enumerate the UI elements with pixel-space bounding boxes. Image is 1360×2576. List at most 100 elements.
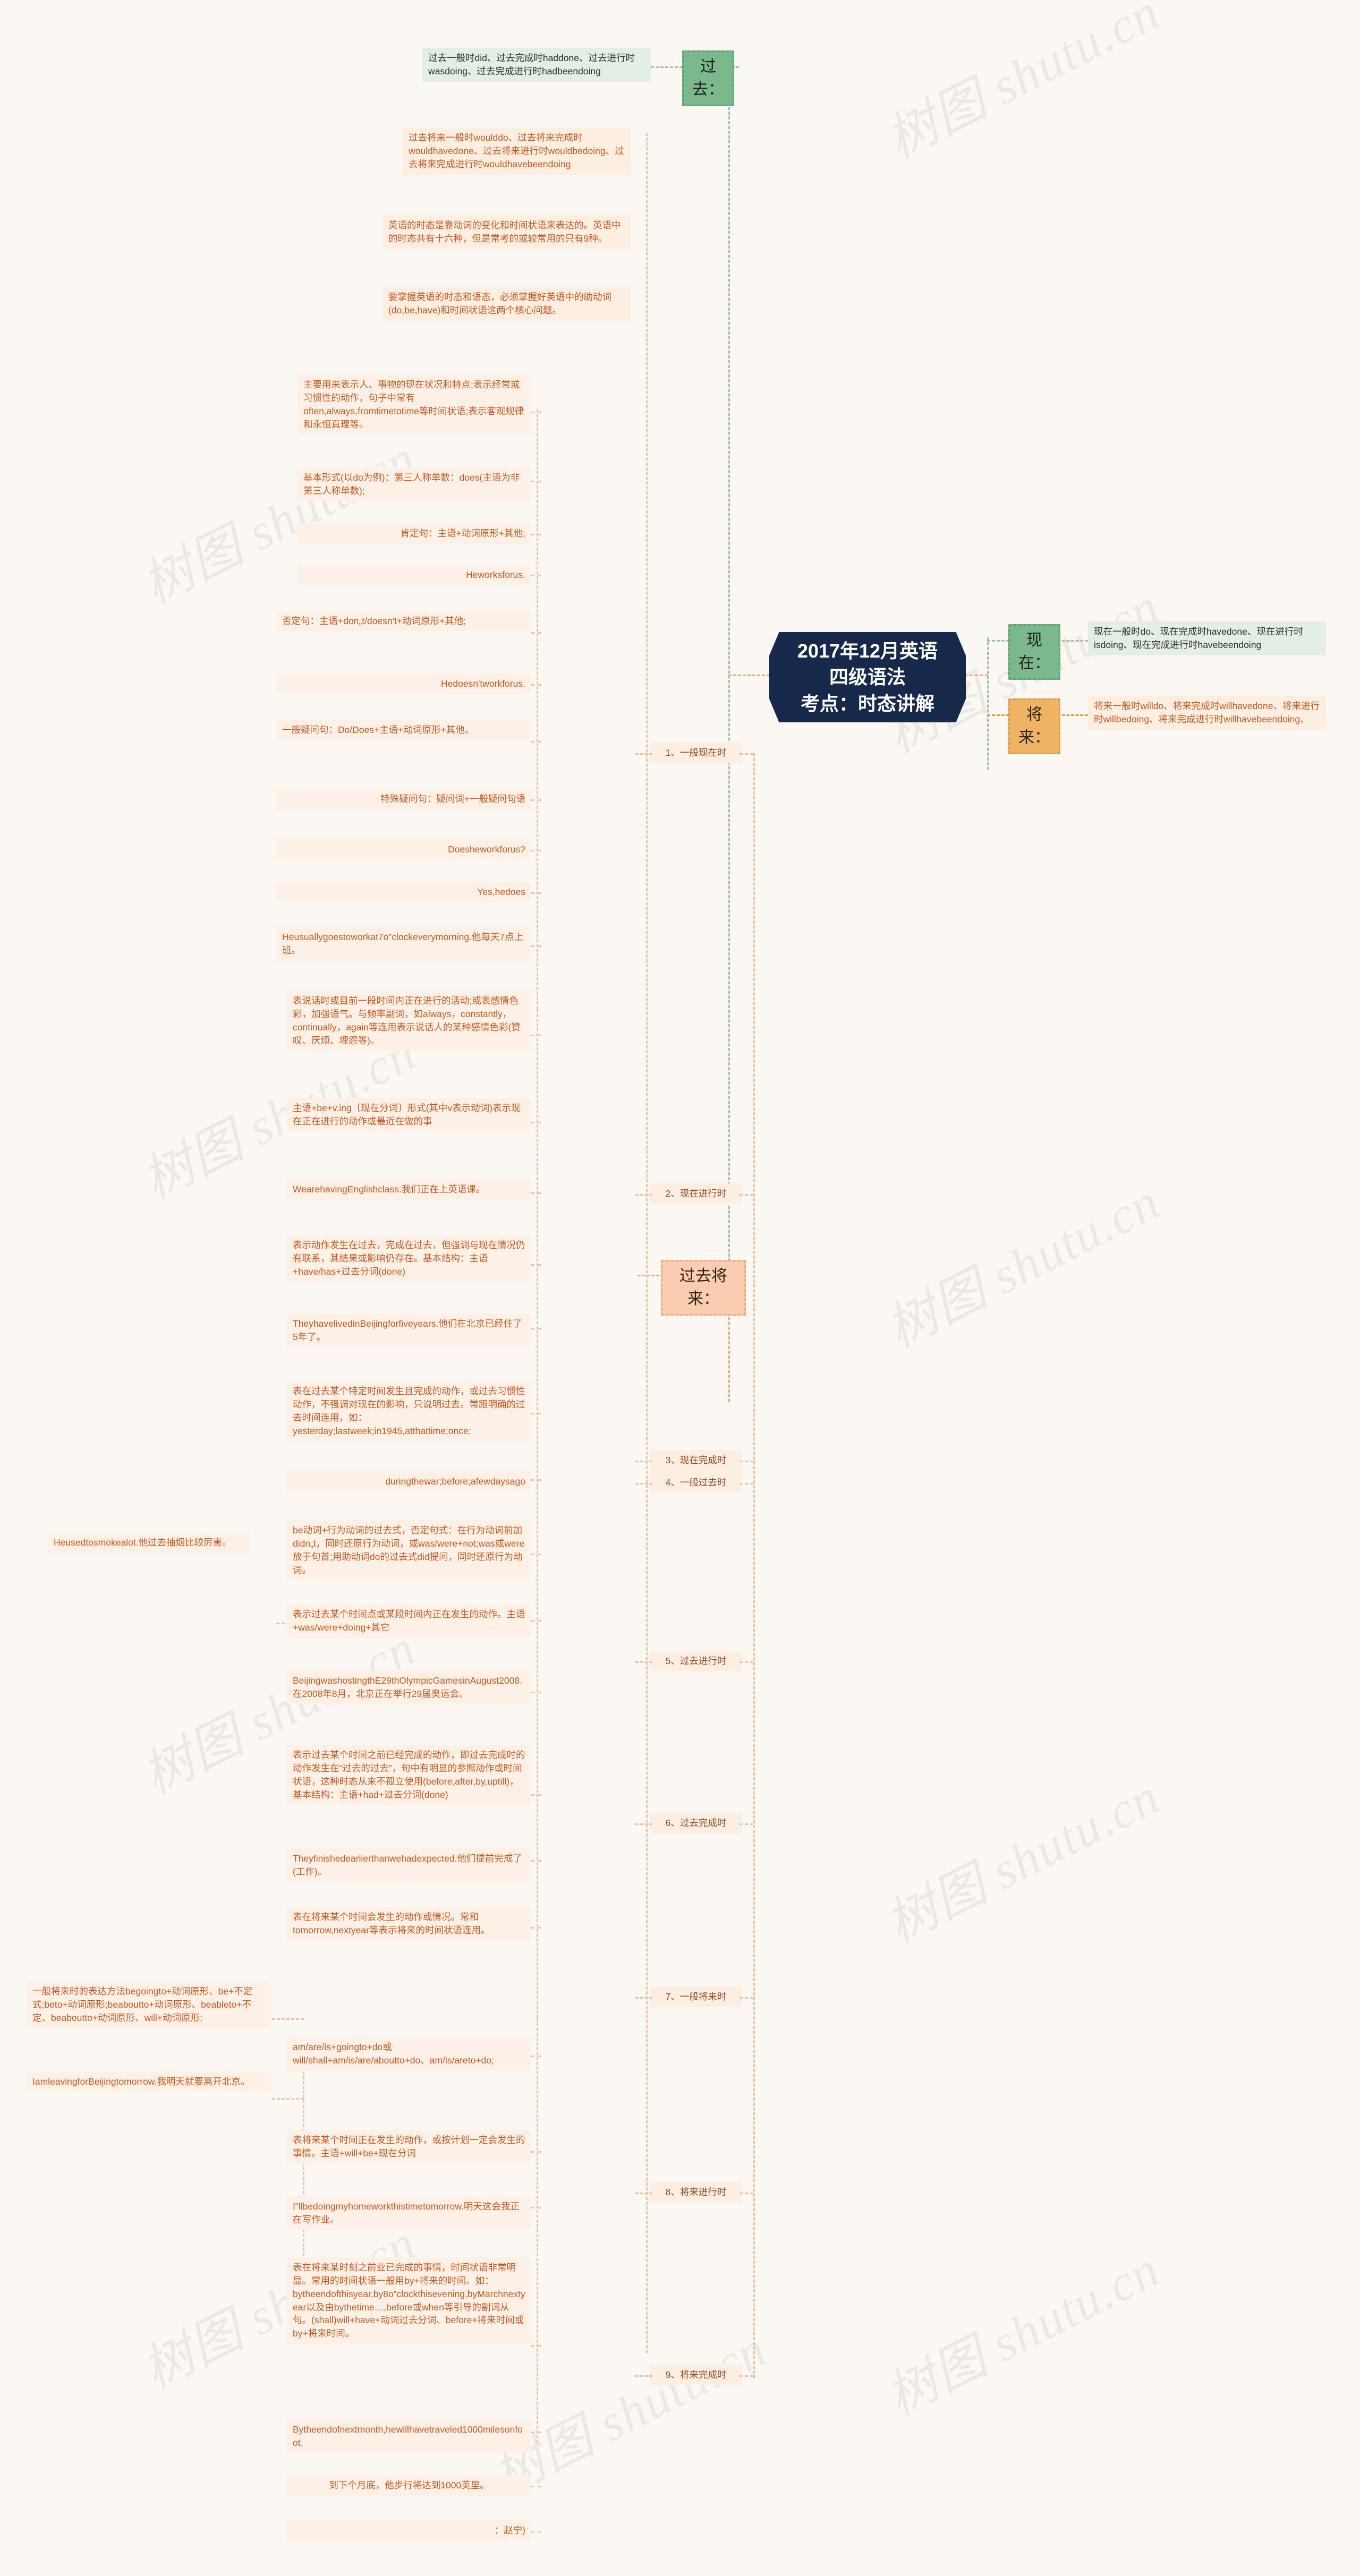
- detail-p7-example-text: IamleavingforBeijingtomorrow.我明天就要离开北京。: [32, 2076, 250, 2087]
- detail-future-simple-example[interactable]: IamleavingforBeijingtomorrow.我明天就要离开北京。: [27, 2071, 271, 2092]
- branch-label-past[interactable]: 过去：: [682, 50, 734, 107]
- connector-leaf: [531, 1692, 541, 1693]
- detail-present-simple-negative[interactable]: 否定句：主语+don„t/doesn't+动词原形+其他;: [276, 611, 531, 632]
- detail-past-simple-example[interactable]: Heusedtosmokealot.他过去抽烟比较厉害。: [48, 1532, 250, 1553]
- detail-p8-example-text: I‟llbedoingmyhomeworkthistimetomorrow.明天…: [293, 2201, 520, 2225]
- detail-past-simple-form[interactable]: be动词+行为动词的过去式，否定句式：在行为动词前加didn„t，同时还原行为动…: [287, 1520, 531, 1581]
- detail-future-perfect-example[interactable]: Bytheendofnextmonth,hewillhavetraveled10…: [287, 2419, 531, 2453]
- intro-note-1[interactable]: 英语的时态是靠动词的变化和时间状语来表达的。英语中的时态共有十六种，但是常考的或…: [382, 215, 631, 249]
- intro-note-2[interactable]: 要掌握英语的时态和语态，必须掌握好英语中的助动词(do,be,have)和时间状…: [382, 287, 631, 321]
- detail-present-simple-example[interactable]: Heusuallygoestoworkat7o‟clockeverymornin…: [276, 927, 531, 961]
- detail-p5-usage-text: 表示过去某个时间点或某段时间内正在发生的动作。主语+was/were+doing…: [293, 1609, 525, 1633]
- category-4-text: 4、一般过去时: [665, 1477, 727, 1488]
- detail-past-perfect-usage[interactable]: 表示过去某个时间之前已经完成的动作，即过去完成时的动作发生在“过去的过去”，句中…: [287, 1745, 531, 1805]
- detail-author[interactable]: ：赵宁): [287, 2520, 531, 2541]
- detail-present-simple-special-question[interactable]: 特殊疑问句：疑问词+一般疑问句语: [276, 789, 531, 809]
- tense-card-present[interactable]: 现在一般时do、现在完成时havedone、现在进行时isdoing、现在完成进…: [1088, 621, 1326, 655]
- connector-leaf: [531, 799, 541, 801]
- branch-label-past-future[interactable]: 过去将来：: [661, 1260, 746, 1316]
- detail-future-simple-form[interactable]: am/are/is+goingto+do或will/shall+am/is/ar…: [287, 2037, 531, 2071]
- detail-p1-negate-ex-text: Hedoesn'tworkforus.: [441, 678, 525, 689]
- category-9-text: 9、将来完成时: [665, 2369, 727, 2380]
- detail-present-continuous-example[interactable]: WearehavingEnglishclass.我们正在上英语课。: [287, 1179, 531, 1200]
- tense-card-past-text: 过去一般时did、过去完成时haddone、过去进行时wasdoing、过去完成…: [428, 53, 635, 76]
- connector-future-card: [1057, 714, 1088, 716]
- connector-detail-spine-3: [537, 1487, 538, 2018]
- detail-present-simple-answer[interactable]: Yes,hedoes: [276, 882, 531, 902]
- category-label-2[interactable]: 2、现在进行时: [650, 1183, 742, 1204]
- category-5[interactable]: 5、过去进行时: [650, 1651, 742, 1671]
- connector-leaf: [531, 481, 541, 482]
- connector-leaf: [531, 1192, 541, 1194]
- tense-card-past[interactable]: 过去一般时did、过去完成时haddone、过去进行时wasdoing、过去完成…: [422, 48, 651, 82]
- connector-center-left: [728, 675, 770, 676]
- tense-card-past-future-text: 过去将来一般时woulddo、过去将来完成时wouldhavedone、过去将来…: [409, 132, 624, 169]
- connector-leaf: [531, 1122, 541, 1123]
- watermark: 树图 shutu.cn: [877, 2240, 1169, 2426]
- intro-note-2-text: 要掌握英语的时态和语态，必须掌握好英语中的助动词(do,be,have)和时间状…: [388, 292, 611, 315]
- branch-pastfuture-text: 过去将来：: [679, 1267, 727, 1308]
- detail-p1-special-ex-text: Doesheworkforus?: [448, 844, 525, 855]
- detail-future-simple-methods[interactable]: 一般将来时的表达方法begoingto+动词原形、be+不定式;beto+动词原…: [27, 1981, 271, 2028]
- detail-present-simple-affirmative[interactable]: 肯定句：主语+动词原形+其他;: [298, 523, 531, 544]
- detail-past-simple-adverbs[interactable]: duringthewar;before;afewdaysago: [287, 1471, 531, 1492]
- detail-p4-form-text: be动词+行为动词的过去式，否定句式：在行为动词前加didn„t，同时还原行为动…: [293, 1525, 525, 1575]
- detail-past-perfect-example[interactable]: Theyfinishedearlierthanwehadexpected.他们提…: [287, 1848, 531, 1882]
- category-9[interactable]: 9、将来完成时: [650, 2365, 742, 2385]
- connector-leaf: [531, 945, 541, 947]
- category-label-3[interactable]: 3、现在完成时: [650, 1450, 742, 1471]
- connector-leaf: [531, 1554, 541, 1555]
- category-4[interactable]: 4、一般过去时: [650, 1472, 742, 1493]
- connector-leaf: [531, 892, 541, 894]
- central-title-line1: 2017年12月英语四级语法: [797, 639, 938, 688]
- detail-present-simple-usage[interactable]: 主要用来表示人、事物的现在状况和特点;表示经常或习惯性的动作，句子中常有ofte…: [298, 374, 531, 435]
- detail-p1-example-text: Heusuallygoestoworkat7o‟clockeverymornin…: [282, 932, 524, 956]
- detail-present-continuous-usage[interactable]: 表说话时或目前一段时间内正在进行的活动;或表感情色彩，加强语气。与频率副词，如a…: [287, 991, 531, 1051]
- connector-center-right: [964, 675, 988, 676]
- detail-present-continuous-form[interactable]: 主语+be+v.ing〔现在分词〕形式(其中v表示动词)表示现在正在进行的动作或…: [287, 1098, 531, 1132]
- detail-future-simple-usage[interactable]: 表在将来某个时间会发生的动作或情况。常和tomorrow,nextyear等表示…: [287, 1907, 531, 1941]
- central-title-node[interactable]: 2017年12月英语四级语法 考点：时态讲解: [769, 632, 966, 722]
- branch-label-present[interactable]: 现在：: [1008, 624, 1060, 680]
- central-title-line2: 考点：时态讲解: [800, 692, 934, 714]
- detail-future-continuous-example[interactable]: I‟llbedoingmyhomeworkthistimetomorrow.明天…: [287, 2196, 531, 2230]
- category-7[interactable]: 7、一般将来时: [650, 1986, 742, 2007]
- connector-leaf: [531, 534, 541, 535]
- detail-future-perfect-usage[interactable]: 表在将来某时刻之前业已完成的事情，时间状语非常明显。常用的时间状语一般用by+将…: [287, 2257, 531, 2344]
- detail-p4-usage-text: 表在过去某个特定时间发生且完成的动作，或过去习惯性动作，不强调对现在的影响，只说…: [293, 1386, 525, 1436]
- connector-present: [987, 640, 1009, 642]
- detail-present-simple-question[interactable]: 一般疑问句：Do/Does+主语+动词原形+其他。: [276, 720, 531, 740]
- category-8[interactable]: 8、将来进行时: [650, 2182, 742, 2203]
- detail-future-continuous-usage[interactable]: 表将来某个时间正在发生的动作，或按计划一定会发生的事情。主语+will+be+现…: [287, 2130, 531, 2164]
- detail-p3-usage-text: 表示动作发生在过去，完成在过去，但强调与现在情况仍有联系，其结果或影响仍存在。基…: [293, 1240, 525, 1277]
- branch-label-future[interactable]: 将来：: [1008, 698, 1060, 755]
- detail-future-perfect-translation[interactable]: 到下个月底，他步行将达到1000英里。: [287, 2475, 531, 2496]
- connector-leaf: [531, 2531, 541, 2532]
- detail-past-continuous-usage[interactable]: 表示过去某个时间点或某段时间内正在发生的动作。主语+was/were+doing…: [287, 1604, 531, 1638]
- detail-present-simple-negative-example[interactable]: Hedoesn'tworkforus.: [276, 673, 531, 694]
- category-6[interactable]: 6、过去完成时: [650, 1813, 742, 1833]
- tense-card-past-future[interactable]: 过去将来一般时woulddo、过去将来完成时wouldhavedone、过去将来…: [403, 127, 631, 175]
- watermark: 树图 shutu.cn: [877, 1172, 1169, 1359]
- detail-p4-example-text: Heusedtosmokealot.他过去抽烟比较厉害。: [54, 1537, 232, 1548]
- connector-detail-spine-1: [537, 409, 538, 1009]
- category-1-text: 1、一般现在时: [665, 747, 727, 758]
- detail-present-simple-form[interactable]: 基本形式(以do为例)：第三人称单数：does(主语为非第三人称单数);: [298, 467, 531, 501]
- branch-future-text: 将来：: [1018, 706, 1050, 746]
- connector-leaf: [531, 741, 541, 743]
- category-label-1[interactable]: 1、一般现在时: [650, 743, 742, 763]
- detail-p1-question-text: 一般疑问句：Do/Does+主语+动词原形+其他。: [282, 724, 474, 735]
- detail-author-text: ：赵宁): [494, 2525, 525, 2536]
- intro-note-1-text: 英语的时态是靠动词的变化和时间状语来表达的。英语中的时态共有十六种，但是常考的或…: [388, 220, 621, 244]
- detail-present-simple-special-example[interactable]: Doesheworkforus?: [276, 839, 531, 860]
- connector-present-card: [1057, 640, 1088, 642]
- tense-card-future[interactable]: 将来一般时willdo、将来完成时willhavedone、将来进行时willb…: [1088, 696, 1326, 730]
- detail-present-perfect-example[interactable]: TheyhavelivedinBeijingforfiveyears.他们在北京…: [287, 1313, 531, 1347]
- detail-past-continuous-example[interactable]: BeijingwashostingthE29thOlympicGamesinAu…: [287, 1670, 531, 1704]
- detail-p7-usage-text: 表在将来某个时间会发生的动作或情况。常和tomorrow,nextyear等表示…: [293, 1912, 490, 1935]
- category-7-text: 7、一般将来时: [665, 1991, 727, 2002]
- detail-past-simple-usage[interactable]: 表在过去某个特定时间发生且完成的动作，或过去习惯性动作，不强调对现在的影响，只说…: [287, 1381, 531, 1441]
- detail-present-simple-affirm-example[interactable]: Heworksforus.: [298, 565, 531, 585]
- connector-leaf: [531, 2345, 541, 2347]
- detail-present-perfect-usage[interactable]: 表示动作发生在过去，完成在过去，但强调与现在情况仍有联系，其结果或影响仍存在。基…: [287, 1235, 531, 1282]
